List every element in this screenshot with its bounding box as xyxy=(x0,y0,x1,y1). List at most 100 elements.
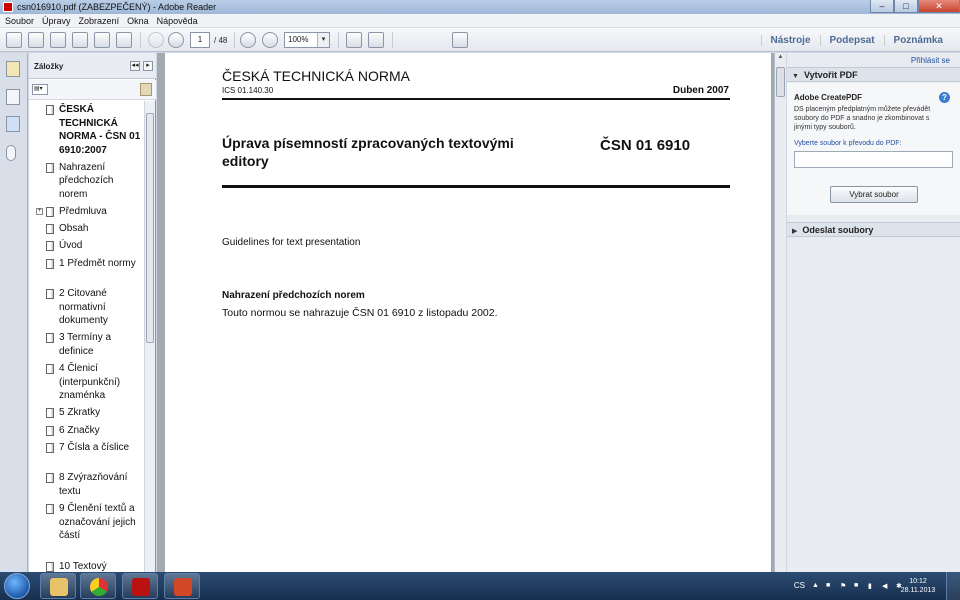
bookmark-item[interactable]: 7 Čísla a číslice xyxy=(29,441,144,468)
bookmark-label: 3 Termíny a definice xyxy=(59,332,112,357)
attachments-icon[interactable] xyxy=(6,145,16,161)
options-icon[interactable]: ▤▾ xyxy=(32,84,48,95)
bookmark-label: Úvod xyxy=(59,240,83,252)
file-input[interactable] xyxy=(794,151,953,168)
bookmark-icon xyxy=(46,258,54,269)
bookmark-item[interactable]: 4 Členicí (interpunkční) znaménka xyxy=(29,362,144,403)
maximize-button[interactable]: □ xyxy=(894,0,918,13)
bookmark-item[interactable]: 5 Zkratky xyxy=(29,406,144,420)
tools-button[interactable]: Nástroje xyxy=(760,34,820,46)
bookmarks-list: ČESKÁ TECHNICKÁ NORMA - ČSN 01 6910:2007… xyxy=(29,103,144,572)
sign-in-link[interactable]: Přihlásit se xyxy=(911,56,950,65)
tray-app-icon[interactable]: ■ xyxy=(854,582,862,590)
powerpoint-icon xyxy=(174,578,192,596)
document-scrollbar[interactable]: ▲ xyxy=(774,53,786,572)
document-main-title: Úprava písemností zpracovaných textovými… xyxy=(222,135,514,169)
document-view[interactable]: ČESKÁ TECHNICKÁ NORMA ICS 01.140.30 Dube… xyxy=(157,53,774,572)
english-title: Guidelines for text presentation xyxy=(222,237,361,248)
comment-button[interactable]: Poznámka xyxy=(883,34,952,46)
print-icon[interactable] xyxy=(94,32,110,48)
clock[interactable]: 10:12 28.11.2013 xyxy=(898,577,938,595)
bookmarks-scrollbar[interactable] xyxy=(144,101,155,572)
bookmark-item[interactable]: ČESKÁ TECHNICKÁ NORMA - ČSN 01 6910:2007 xyxy=(29,103,144,157)
bookmark-label: 8 Zvýrazňování textu xyxy=(59,472,128,497)
language-indicator[interactable]: CS xyxy=(794,581,805,590)
tray-app-icon[interactable]: ■ xyxy=(826,582,834,590)
scrollbar-thumb[interactable] xyxy=(776,67,785,97)
show-desktop-button[interactable] xyxy=(946,572,960,600)
menu-upravy[interactable]: Úpravy xyxy=(42,16,71,26)
zoom-in-icon[interactable] xyxy=(262,32,278,48)
bookmarks-icon[interactable] xyxy=(6,116,20,132)
bookmark-item[interactable]: Úvod xyxy=(29,239,144,253)
page-number-input[interactable]: 1 xyxy=(190,32,210,48)
zoom-value: 100% xyxy=(288,35,309,44)
help-icon[interactable]: ? xyxy=(939,92,950,103)
next-page-icon[interactable] xyxy=(168,32,184,48)
menu-napoveda[interactable]: Nápověda xyxy=(157,16,198,26)
bookmark-item[interactable]: Obsah xyxy=(29,222,144,236)
bookmark-icon xyxy=(46,425,54,436)
bookmark-item[interactable]: 1 Předmět normy xyxy=(29,257,144,284)
bookmark-item[interactable]: 2 Citované normativní dokumenty xyxy=(29,287,144,328)
fit-page-icon[interactable] xyxy=(368,32,384,48)
bookmark-label: 10 Textový sloupec xyxy=(59,560,107,572)
bookmark-label: Obsah xyxy=(59,223,89,235)
taskbar-explorer[interactable] xyxy=(40,573,76,599)
email-icon[interactable] xyxy=(116,32,132,48)
start-button[interactable] xyxy=(4,573,30,599)
create-pdf-icon[interactable] xyxy=(6,32,22,48)
bookmark-label: 9 Členění textů a označování jejich část… xyxy=(59,503,136,542)
clock-date: 28.11.2013 xyxy=(900,587,936,594)
bookmark-icon xyxy=(46,504,54,515)
send-files-section-header[interactable]: ▶ Odeslat soubory xyxy=(787,222,960,237)
sign-button[interactable]: Podepsat xyxy=(819,34,884,46)
bookmark-item[interactable]: 10 Textový sloupec xyxy=(29,560,144,572)
action-center-icon[interactable]: ⚑ xyxy=(840,582,848,590)
select-file-label[interactable]: Vyberte soubor k převodu do PDF: xyxy=(794,140,902,147)
minimize-button[interactable]: – xyxy=(870,0,894,13)
create-pdf-section-header[interactable]: ▼ Vytvořit PDF xyxy=(787,67,960,82)
menu-okna[interactable]: Okna xyxy=(127,16,149,26)
taskbar-powerpoint[interactable] xyxy=(164,573,200,599)
edit-icon[interactable] xyxy=(50,32,66,48)
menu-soubor[interactable]: Soubor xyxy=(5,16,34,26)
bookmark-label: 2 Citované normativní dokumenty xyxy=(59,288,108,327)
scroll-up-icon[interactable]: ▲ xyxy=(776,54,785,64)
bookmark-icon xyxy=(46,561,54,572)
create-pdf-section: Adobe CreatePDF ? DS placeným předplatný… xyxy=(787,83,960,215)
scrollbar-thumb[interactable] xyxy=(146,113,154,343)
show-hidden-icons-icon[interactable]: ▲ xyxy=(812,582,820,590)
collapse-panel-icon[interactable]: ◂◂ xyxy=(130,61,140,71)
bookmark-item[interactable]: 9 Členění textů a označování jejich část… xyxy=(29,502,144,556)
taskbar-chrome[interactable] xyxy=(80,573,116,599)
previous-page-icon[interactable] xyxy=(148,32,164,48)
lock-icon[interactable] xyxy=(6,61,20,77)
open-icon[interactable] xyxy=(28,32,44,48)
clock-time: 10:12 xyxy=(909,578,927,585)
zoom-level-select[interactable]: 100% ▾ xyxy=(284,32,330,48)
page-thumbnails-icon[interactable] xyxy=(6,89,20,105)
zoom-out-icon[interactable] xyxy=(240,32,256,48)
select-file-button[interactable]: Vybrat soubor xyxy=(830,186,918,203)
expand-icon[interactable]: + xyxy=(36,207,43,215)
bookmark-item[interactable]: 3 Termíny a definice xyxy=(29,331,144,358)
delete-bookmark-icon[interactable] xyxy=(140,83,152,96)
navigation-pane xyxy=(0,53,28,572)
taskbar-adobe-reader[interactable] xyxy=(122,573,158,599)
bookmark-label: 4 Členicí (interpunkční) znaménka xyxy=(59,363,121,402)
bookmark-item[interactable]: Nahrazení předchozích norem xyxy=(29,161,144,202)
volume-icon[interactable]: ◀ xyxy=(882,582,890,590)
bookmark-item[interactable]: 6 Značky xyxy=(29,424,144,438)
menu-zobrazeni[interactable]: Zobrazení xyxy=(79,16,120,26)
save-icon[interactable] xyxy=(72,32,88,48)
close-panel-icon[interactable]: ▸ xyxy=(143,61,153,71)
chevron-down-icon[interactable]: ▾ xyxy=(317,33,329,47)
fit-width-icon[interactable] xyxy=(346,32,362,48)
network-icon[interactable]: ▮ xyxy=(868,582,876,590)
bookmark-item[interactable]: + Předmluva xyxy=(29,205,144,219)
bookmark-item[interactable]: 8 Zvýrazňování textu xyxy=(29,471,144,498)
panel-buttons: Nástroje Podepsat Poznámka xyxy=(760,28,953,52)
full-screen-icon[interactable] xyxy=(452,32,468,48)
close-button[interactable]: ✕ xyxy=(918,0,960,13)
